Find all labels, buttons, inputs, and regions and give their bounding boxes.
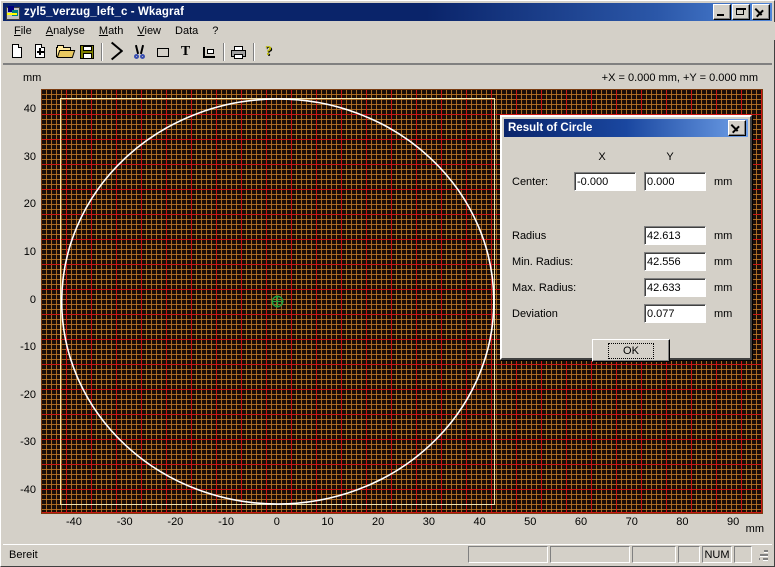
status-panel-6 (734, 546, 752, 563)
ok-button-label: OK (608, 342, 654, 359)
print-icon[interactable] (227, 41, 250, 63)
label-min-radius: Min. Radius: (512, 256, 574, 268)
min-radius-unit: mm (714, 256, 733, 268)
x-tick-label: 40 (473, 516, 486, 528)
max-radius-unit: mm (714, 282, 733, 294)
close-button[interactable] (752, 4, 770, 20)
x-tick-label: -40 (66, 516, 82, 528)
y-tick-label: -40 (20, 483, 36, 496)
delete-cross-icon[interactable] (105, 41, 128, 63)
x-tick-label: 30 (422, 516, 435, 528)
title-bar: zyl5_verzug_left_c - Wkagraf (3, 3, 772, 21)
new-document-icon[interactable] (6, 41, 29, 63)
status-panel-1 (468, 546, 548, 563)
status-panel-4 (678, 546, 700, 563)
center-unit: mm (714, 176, 733, 188)
resize-grip[interactable] (755, 548, 769, 562)
deviation-unit: mm (714, 308, 733, 320)
x-tick-label: -30 (116, 516, 133, 528)
y-tick-label: 20 (23, 198, 36, 211)
label-max-radius: Max. Radius: (512, 282, 577, 294)
menu-item-help[interactable]: ? (205, 23, 225, 39)
y-tick-label: 40 (23, 103, 36, 116)
radius-unit: mm (714, 230, 733, 242)
dialog-title-bar: Result of Circle (504, 119, 748, 137)
menu-file-rest: ile (20, 25, 32, 37)
toolbar: T ? (3, 40, 772, 64)
deviation-field[interactable]: 0.077 (644, 304, 706, 323)
x-tick-label: 0 (273, 516, 280, 528)
x-tick-label: 90 (726, 516, 740, 528)
status-panel-3 (632, 546, 676, 563)
menu-item-analyse[interactable]: Analyse (39, 23, 92, 39)
menu-view-rest: iew (144, 25, 162, 37)
x-tick-label: 50 (524, 516, 537, 528)
dialog-body: X Y Center: -0.000 0.000 mm Radius 42.61… (504, 139, 748, 362)
x-tick-label: 70 (625, 516, 638, 528)
rectangle-icon[interactable] (151, 41, 174, 63)
app-graph-icon (5, 5, 21, 20)
y-tick-label: -10 (20, 341, 36, 354)
application-window: zyl5_verzug_left_c - Wkagraf File Analys… (0, 0, 775, 567)
status-panels: NUM (466, 546, 772, 563)
window-title: zyl5_verzug_left_c - Wkagraf (24, 6, 185, 18)
x-tick-label: 10 (321, 516, 334, 528)
center-x-field[interactable]: -0.000 (574, 172, 636, 191)
y-tick-label: 10 (23, 245, 36, 258)
x-tick-label: -20 (167, 516, 184, 528)
dialog-title: Result of Circle (508, 122, 593, 134)
minimize-button[interactable] (713, 4, 731, 20)
label-center: Center: (512, 176, 549, 188)
window-controls (713, 4, 772, 20)
y-tick-label: -20 (20, 388, 36, 401)
x-tick-label: 60 (574, 516, 588, 528)
open-folder-icon[interactable] (52, 41, 75, 63)
menu-bar: File Analyse Math View Data ? (3, 22, 775, 40)
coordinate-readout: +X = 0.000 mm, +Y = 0.000 mm (601, 72, 758, 84)
y-tick-label: -30 (20, 436, 36, 449)
menu-math-rest: ath (108, 25, 124, 37)
menu-item-data[interactable]: Data (168, 23, 205, 39)
toolbar-separator-1 (98, 42, 105, 62)
column-header-x: X (598, 151, 606, 163)
status-panel-2 (550, 546, 630, 563)
x-tick-label: -10 (218, 516, 235, 528)
y-axis-unit-label: mm (23, 72, 42, 84)
ok-button[interactable]: OK (592, 339, 670, 362)
center-marker-icon (271, 295, 284, 308)
save-disk-icon[interactable] (75, 41, 98, 63)
status-panel-num: NUM (702, 546, 732, 563)
maximize-button[interactable] (732, 4, 750, 20)
x-tick-label: 20 (372, 516, 385, 528)
status-message: Bereit (9, 548, 38, 561)
axis-corner-icon[interactable] (197, 41, 220, 63)
y-tick-label: 0 (29, 293, 36, 306)
result-of-circle-dialog: Result of Circle X Y Center: -0.000 0.00… (500, 115, 752, 362)
label-deviation: Deviation (512, 308, 558, 320)
menu-item-view[interactable]: View (130, 23, 168, 39)
scissors-cut-icon[interactable] (128, 41, 151, 63)
add-document-icon[interactable] (29, 41, 52, 63)
center-y-field[interactable]: 0.000 (644, 172, 706, 191)
help-question-icon[interactable]: ? (257, 41, 280, 63)
toolbar-separator-3 (250, 42, 257, 62)
y-tick-label: 30 (23, 150, 36, 163)
toolbar-separator-2 (220, 42, 227, 62)
radius-field[interactable]: 42.613 (644, 226, 706, 245)
menu-analyse-rest: nalyse (53, 25, 85, 37)
text-tool-icon[interactable]: T (174, 41, 197, 63)
x-tick-label: 80 (676, 516, 689, 528)
menu-item-math[interactable]: Math (92, 23, 130, 39)
status-bar: Bereit NUM (3, 544, 772, 564)
max-radius-field[interactable]: 42.633 (644, 278, 706, 297)
menu-item-file[interactable]: File (7, 23, 39, 39)
dialog-close-button[interactable] (728, 120, 746, 136)
label-radius: Radius (512, 230, 547, 242)
min-radius-field[interactable]: 42.556 (644, 252, 706, 271)
column-header-y: Y (666, 151, 674, 163)
